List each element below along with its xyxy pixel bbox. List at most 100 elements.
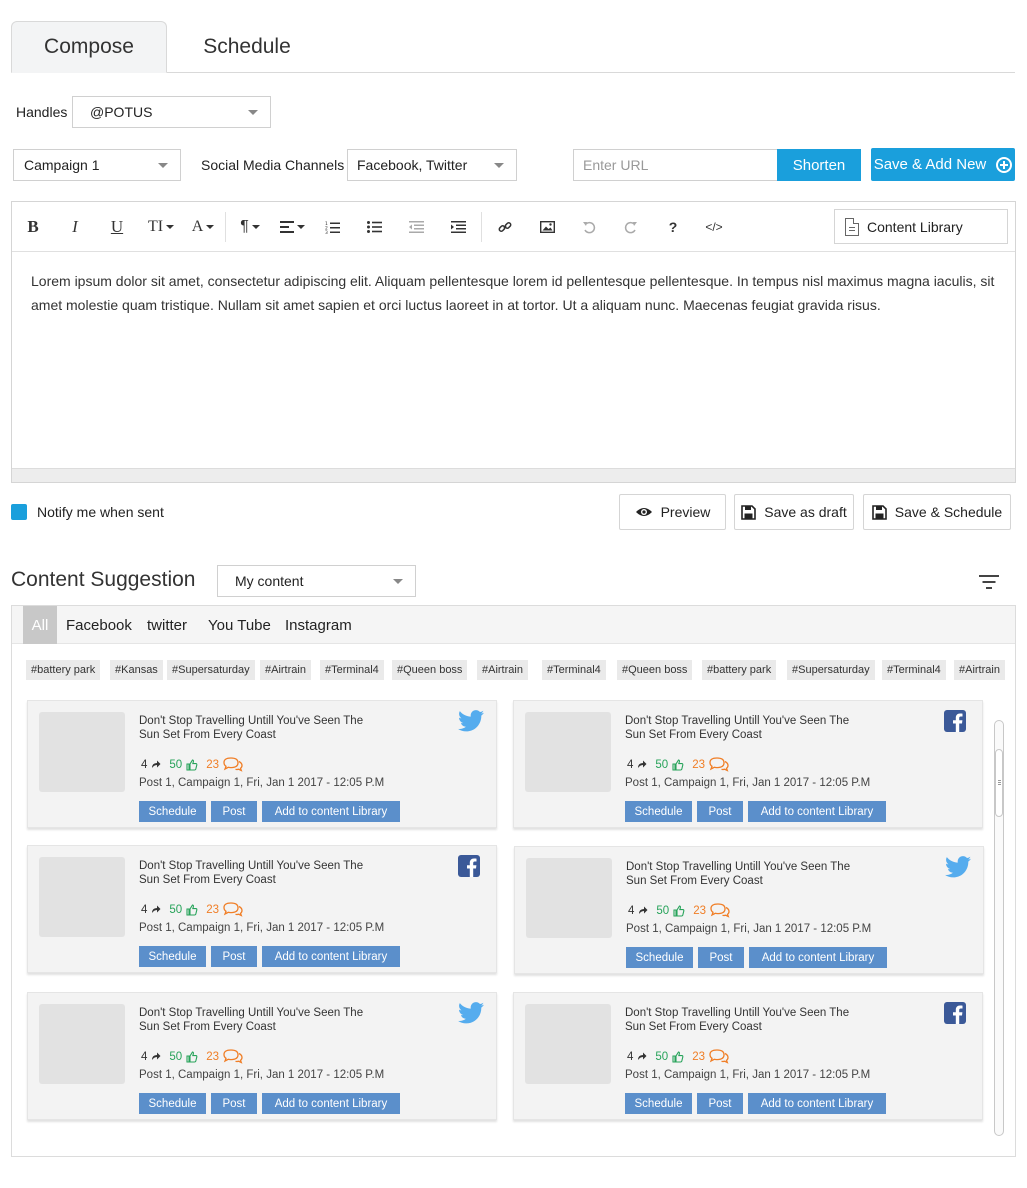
post-button[interactable]: Post: [211, 801, 257, 822]
filter-tab-twitter[interactable]: twitter: [147, 606, 187, 644]
channels-value: Facebook, Twitter: [357, 157, 468, 173]
add-to-library-button[interactable]: Add to content Library: [262, 801, 400, 822]
filter-icon[interactable]: [979, 575, 999, 589]
schedule-button[interactable]: Schedule: [139, 946, 206, 967]
help-button[interactable]: ?: [664, 215, 682, 239]
hashtag-chip[interactable]: #Terminal4: [882, 660, 946, 680]
hashtag-chip[interactable]: #Supersaturday: [167, 660, 255, 680]
editor-resize-bar[interactable]: [12, 468, 1015, 482]
save-icon: [741, 504, 757, 520]
filter-tab-youtube[interactable]: You Tube: [208, 606, 271, 644]
schedule-button[interactable]: Schedule: [625, 801, 692, 822]
post-button[interactable]: Post: [697, 801, 743, 822]
post-thumbnail: [39, 1004, 125, 1084]
notify-checkbox[interactable]: [11, 504, 27, 520]
post-thumbnail: [39, 712, 125, 792]
hashtag-chip[interactable]: #Terminal4: [542, 660, 606, 680]
schedule-button[interactable]: Schedule: [139, 1093, 206, 1114]
post-thumbnail: [525, 1004, 611, 1084]
preview-button[interactable]: Preview: [619, 494, 726, 530]
redo-icon: [624, 221, 637, 234]
suggestion-card: Don't Stop Travelling Untill You've Seen…: [513, 700, 983, 828]
text-size-label: TI: [147, 218, 164, 235]
indent-button[interactable]: [449, 215, 467, 239]
hashtag-chip[interactable]: #Queen boss: [392, 660, 468, 680]
hashtag-chip[interactable]: #Supersaturday: [787, 660, 875, 680]
post-button[interactable]: Post: [698, 947, 744, 968]
channels-select[interactable]: Facebook, Twitter: [347, 149, 517, 181]
italic-button[interactable]: I: [66, 215, 84, 239]
text-size-button[interactable]: TI: [146, 215, 176, 239]
content-library-button[interactable]: Content Library: [834, 209, 1008, 244]
post-button[interactable]: Post: [697, 1093, 743, 1114]
undo-button[interactable]: [580, 215, 598, 239]
font-color-button[interactable]: A: [189, 215, 217, 239]
link-icon: [498, 222, 512, 232]
hashtag-chip[interactable]: #Airtrain: [954, 660, 1005, 680]
shorten-button[interactable]: Shorten: [777, 149, 861, 181]
align-button[interactable]: [277, 215, 307, 239]
post-button[interactable]: Post: [211, 1093, 257, 1114]
comments-icon: [221, 757, 243, 772]
image-button[interactable]: [538, 215, 556, 239]
editor-content[interactable]: Lorem ipsum dolor sit amet, consectetur …: [31, 269, 1001, 317]
save-draft-button[interactable]: Save as draft: [734, 494, 854, 530]
notify-label: Notify me when sent: [37, 504, 164, 520]
filter-tab-facebook[interactable]: Facebook: [66, 606, 132, 644]
bullet-list-button[interactable]: [365, 215, 383, 239]
schedule-button[interactable]: Schedule: [625, 1093, 692, 1114]
hashtag-chip[interactable]: #battery park: [702, 660, 777, 680]
tab-schedule[interactable]: Schedule: [187, 21, 307, 73]
share-icon: [149, 760, 161, 769]
schedule-button[interactable]: Schedule: [139, 801, 206, 822]
filter-tab-instagram[interactable]: Instagram: [285, 606, 352, 644]
underline-button[interactable]: U: [108, 215, 126, 239]
hashtag-chip[interactable]: #Terminal4: [320, 660, 384, 680]
content-source-select[interactable]: My content: [217, 565, 416, 597]
hashtag-chip[interactable]: #battery park: [26, 660, 101, 680]
add-to-library-button[interactable]: Add to content Library: [749, 947, 887, 968]
save-schedule-button[interactable]: Save & Schedule: [863, 494, 1011, 530]
paragraph-button[interactable]: ¶: [236, 215, 264, 239]
link-button[interactable]: [496, 215, 514, 239]
ordered-list-button[interactable]: 123: [323, 215, 341, 239]
outdent-button[interactable]: [407, 215, 425, 239]
schedule-button[interactable]: Schedule: [626, 947, 693, 968]
preview-label: Preview: [660, 504, 711, 520]
like-count: 50: [169, 758, 183, 771]
thumbs-up-icon: [184, 758, 198, 771]
add-to-library-button[interactable]: Add to content Library: [748, 801, 886, 822]
bold-button[interactable]: B: [24, 215, 42, 239]
toolbar-divider: [225, 212, 226, 242]
hashtag-chip[interactable]: #Queen boss: [617, 660, 693, 680]
url-input[interactable]: [573, 149, 778, 181]
hashtag-chip[interactable]: #Airtrain: [477, 660, 528, 680]
redo-button[interactable]: [622, 215, 640, 239]
hashtag-chip[interactable]: #Kansas: [110, 660, 163, 680]
share-count: 4: [141, 1050, 148, 1063]
cards-scrollbar[interactable]: [994, 720, 1004, 1136]
add-to-library-button[interactable]: Add to content Library: [262, 946, 400, 967]
add-to-library-button[interactable]: Add to content Library: [262, 1093, 400, 1114]
add-to-library-button[interactable]: Add to content Library: [748, 1093, 886, 1114]
outdent-icon: [408, 221, 424, 233]
post-title: Don't Stop Travelling Untill You've Seen…: [625, 715, 850, 741]
thumbs-up-icon: [184, 903, 198, 916]
post-stats: 4 50 23: [628, 903, 730, 918]
handles-select[interactable]: @POTUS: [72, 96, 271, 128]
like-count: 50: [169, 903, 183, 916]
campaign-select[interactable]: Campaign 1: [13, 149, 181, 181]
comment-count: 23: [206, 758, 219, 771]
scrollbar-thumb[interactable]: [995, 749, 1003, 817]
plus-circle-icon: [996, 156, 1013, 173]
like-count: 50: [655, 758, 669, 771]
hashtag-chip[interactable]: #Airtrain: [260, 660, 311, 680]
tab-compose[interactable]: Compose: [11, 21, 167, 73]
chevron-down-icon: [248, 110, 258, 115]
post-title: Don't Stop Travelling Untill You've Seen…: [625, 1007, 850, 1033]
save-add-new-button[interactable]: Save & Add New: [871, 148, 1015, 181]
code-view-button[interactable]: </>: [702, 215, 726, 239]
caret-down-icon: [251, 225, 260, 229]
filter-tab-all[interactable]: All: [23, 606, 57, 644]
post-button[interactable]: Post: [211, 946, 257, 967]
